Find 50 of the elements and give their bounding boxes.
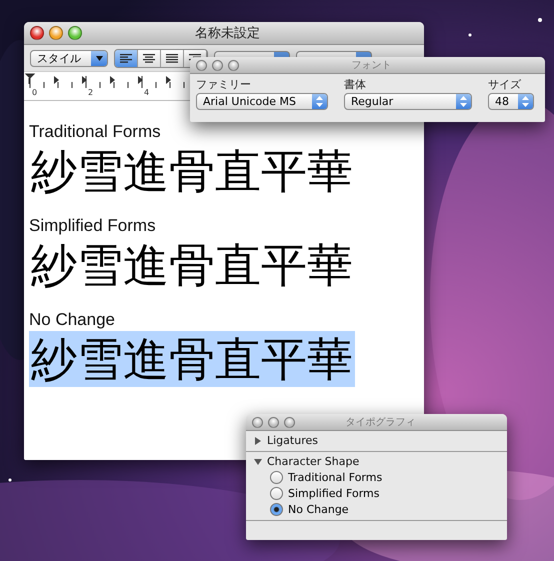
ruler-label: 4	[144, 88, 150, 97]
minimize-button[interactable]	[212, 60, 223, 70]
section-toggle[interactable]: Character Shape	[254, 455, 499, 468]
font-popup[interactable]: 48	[488, 93, 534, 110]
radio-option[interactable]: No Change	[254, 503, 499, 516]
stepper-icon	[518, 94, 533, 109]
minimize-button[interactable]	[268, 416, 279, 428]
panel-title: フォント	[350, 59, 392, 72]
window-title: 名称未設定	[194, 25, 261, 42]
radio-button[interactable]	[270, 471, 283, 484]
zoom-button[interactable]	[68, 26, 82, 40]
sample-text: 紗雪進骨直平華	[30, 143, 354, 199]
align-icon	[120, 54, 132, 62]
close-button[interactable]	[252, 416, 263, 428]
disclosure-triangle-icon	[254, 436, 262, 444]
align-button[interactable]	[161, 50, 184, 66]
radio-option[interactable]: Simplified Forms	[254, 487, 499, 500]
caret-icon	[91, 50, 107, 66]
list-popup[interactable]	[296, 51, 372, 57]
heading-text: Traditional Forms	[29, 121, 162, 143]
sample-text: 紗雪進骨直平華	[29, 331, 355, 387]
minimize-button[interactable]	[49, 26, 63, 40]
align-icon	[143, 54, 155, 62]
stepper-icon	[312, 94, 327, 109]
font-popup[interactable]: Arial Unicode MS	[196, 93, 328, 110]
align-button[interactable]	[138, 50, 161, 66]
radio-button[interactable]	[270, 503, 283, 516]
field-label: ファミリー	[196, 77, 252, 92]
ruler-label: 0	[32, 88, 38, 97]
zoom-button[interactable]	[284, 416, 295, 428]
close-button[interactable]	[30, 26, 44, 40]
disclosure-triangle-icon	[254, 458, 262, 466]
zoom-button[interactable]	[228, 60, 239, 70]
spacing-popup[interactable]	[214, 51, 290, 57]
align-icon	[166, 54, 178, 62]
align-button[interactable]	[115, 50, 138, 66]
stepper-icon	[456, 94, 471, 109]
panel-title: タイポグラフィ	[344, 416, 416, 429]
field-label: サイズ	[488, 77, 522, 92]
close-button[interactable]	[196, 60, 207, 70]
heading-text: Simplified Forms	[29, 215, 157, 237]
section-toggle[interactable]: Ligatures	[254, 434, 499, 447]
font-popup[interactable]: Regular	[344, 93, 472, 110]
ruler-label: 2	[88, 88, 94, 97]
field-label: 書体	[344, 77, 367, 92]
style-popup[interactable]: スタイル	[30, 50, 108, 66]
sample-text: 紗雪進骨直平華	[30, 237, 354, 293]
radio-option[interactable]: Traditional Forms	[254, 471, 499, 484]
heading-text: No Change	[29, 309, 116, 331]
radio-button[interactable]	[270, 487, 283, 500]
